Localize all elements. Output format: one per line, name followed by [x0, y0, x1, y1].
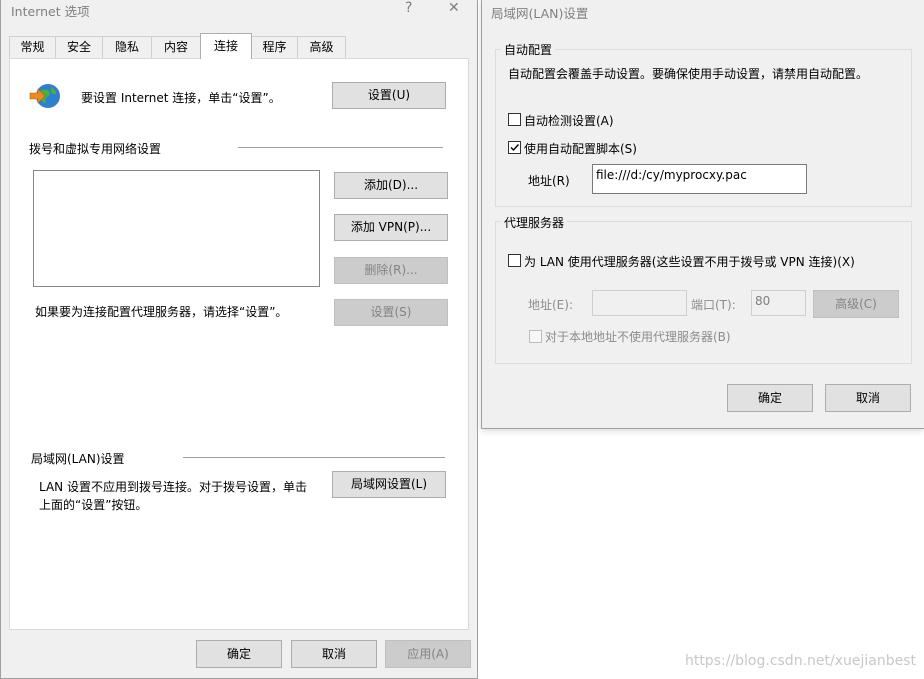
divider	[238, 147, 443, 148]
divider	[183, 457, 445, 458]
add-vpn-button[interactable]: 添加 VPN(P)...	[334, 214, 448, 241]
dialog-title: 局域网(LAN)设置	[491, 6, 589, 21]
cancel-button[interactable]: 取消	[291, 640, 377, 668]
tab-security[interactable]: 安全	[55, 36, 103, 58]
remove-button[interactable]: 删除(R)...	[334, 257, 448, 284]
lan-description-line2: 上面的“设置”按钮。	[39, 498, 148, 512]
auto-detect-label[interactable]: 自动检测设置(A)	[524, 112, 614, 129]
use-script-checkbox[interactable]	[508, 141, 521, 154]
use-proxy-label[interactable]: 为 LAN 使用代理服务器(这些设置不用于拨号或 VPN 连接)(X)	[524, 253, 855, 270]
add-button[interactable]: 添加(D)...	[334, 172, 448, 199]
tab-privacy[interactable]: 隐私	[102, 36, 152, 58]
tab-programs[interactable]: 程序	[251, 36, 298, 58]
use-proxy-checkbox[interactable]	[508, 254, 521, 267]
proxy-address-label: 地址(E):	[528, 298, 573, 312]
auto-detect-checkbox[interactable]	[508, 113, 521, 126]
settings-button[interactable]: 设置(S)	[334, 299, 448, 326]
proxy-hint-text: 如果要为连接配置代理服务器，请选择“设置”。	[35, 305, 288, 319]
lan-section-title: 局域网(LAN)设置	[31, 452, 125, 466]
ok-button[interactable]: 确定	[196, 640, 282, 668]
script-address-label: 地址(R)	[528, 174, 570, 188]
lan-settings-button[interactable]: 局域网设置(L)	[332, 471, 446, 498]
dialog-ok-button[interactable]: 确定	[727, 384, 813, 412]
bypass-local-checkbox[interactable]	[529, 330, 542, 343]
apply-button[interactable]: 应用(A)	[385, 640, 471, 668]
auto-config-description: 自动配置会覆盖手动设置。要确保使用手动设置，请禁用自动配置。	[508, 67, 869, 81]
watermark-text: https://blog.csdn.net/xuejianbest	[684, 653, 916, 669]
port-input[interactable]: 80	[751, 290, 806, 316]
proxy-address-input[interactable]	[592, 290, 687, 316]
close-icon[interactable]: ✕	[448, 0, 460, 16]
port-label: 端口(T):	[691, 298, 736, 312]
lan-settings-dialog: 局域网(LAN)设置 自动配置 自动配置会覆盖手动设置。要确保使用手动设置，请禁…	[481, 0, 924, 429]
dialog-cancel-button[interactable]: 取消	[825, 384, 911, 412]
globe-icon	[29, 82, 63, 110]
advanced-button[interactable]: 高级(C)	[813, 290, 899, 318]
bypass-local-label[interactable]: 对于本地地址不使用代理服务器(B)	[545, 328, 731, 345]
use-script-label[interactable]: 使用自动配置脚本(S)	[524, 140, 637, 157]
dialup-section-title: 拨号和虚拟专用网络设置	[29, 142, 162, 156]
tab-connections[interactable]: 连接	[200, 33, 252, 59]
window-title: Internet 选项	[11, 4, 90, 19]
proxy-group-title: 代理服务器	[501, 214, 568, 231]
auto-config-group-title: 自动配置	[501, 41, 556, 58]
internet-options-window: Internet 选项 ? ✕ 常规 安全 隐私 内容 连接 程序 高级 要设置…	[0, 0, 478, 679]
lan-description-line1: LAN 设置不应用到拨号连接。对于拨号设置，单击	[39, 480, 307, 494]
connections-list[interactable]	[33, 170, 320, 287]
setup-button[interactable]: 设置(U)	[332, 82, 446, 109]
tab-content[interactable]: 内容	[151, 36, 201, 58]
tab-general[interactable]: 常规	[9, 36, 56, 58]
script-address-input[interactable]: file:///d:/cy/myprocxy.pac	[592, 164, 807, 194]
tab-advanced[interactable]: 高级	[297, 36, 346, 58]
help-icon[interactable]: ?	[405, 0, 412, 16]
setup-text: 要设置 Internet 连接，单击“设置”。	[81, 91, 281, 105]
